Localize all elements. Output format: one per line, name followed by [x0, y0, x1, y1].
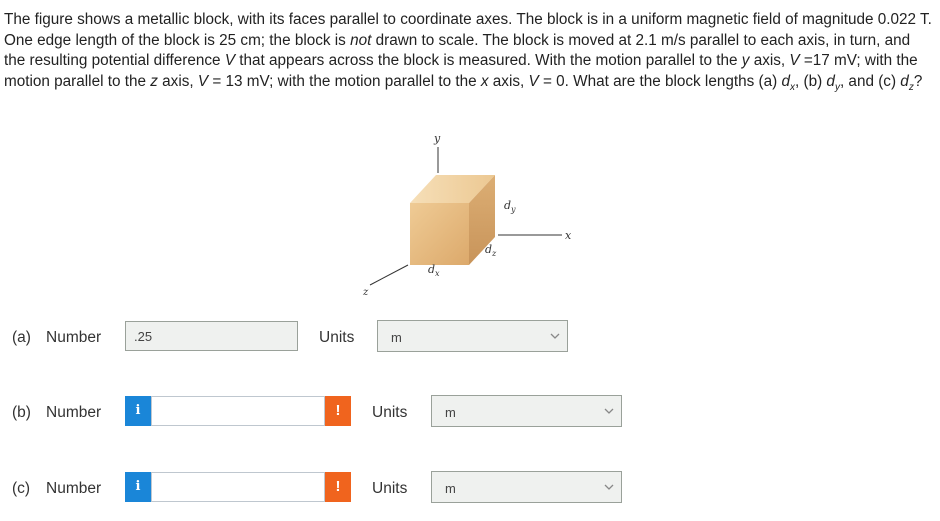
- part-label-c: (c): [12, 480, 31, 497]
- units-value-b: m: [445, 405, 456, 420]
- x-axis-label: x: [565, 229, 572, 242]
- chevron-down-icon: [604, 408, 614, 414]
- block-diagram: y x z dy dz dx: [362, 132, 572, 298]
- dy-label: dy: [504, 199, 516, 214]
- answer-input-c[interactable]: [151, 472, 325, 502]
- units-select-b[interactable]: m: [431, 395, 622, 427]
- info-icon[interactable]: i: [125, 396, 151, 426]
- units-label-a: Units: [319, 329, 355, 346]
- number-label-a: Number: [46, 329, 102, 346]
- dx-label: dx: [428, 263, 440, 278]
- z-axis-label: z: [362, 287, 369, 298]
- chevron-down-icon: [604, 484, 614, 490]
- units-label-c: Units: [372, 480, 408, 497]
- units-label-b: Units: [372, 404, 408, 421]
- answer-row-b: (b) Number i ! Units m: [0, 395, 940, 430]
- units-value-a: m: [391, 330, 402, 345]
- warning-icon[interactable]: !: [325, 396, 351, 426]
- answer-input-b[interactable]: [151, 396, 325, 426]
- dz-label: dz: [485, 243, 497, 258]
- warning-icon[interactable]: !: [325, 472, 351, 502]
- info-icon[interactable]: i: [125, 472, 151, 502]
- y-axis-label: y: [433, 132, 441, 145]
- problem-statement: The figure shows a metallic block, with …: [4, 11, 932, 93]
- z-axis: [369, 264, 409, 286]
- answer-row-c: (c) Number i ! Units m: [0, 471, 940, 506]
- part-label-b: (b): [12, 404, 31, 421]
- chevron-down-icon: [550, 333, 560, 339]
- part-label-a: (a): [12, 329, 31, 346]
- answer-row-a: (a) Number .25 Units m: [0, 320, 940, 355]
- units-select-a[interactable]: m: [377, 320, 568, 352]
- units-select-c[interactable]: m: [431, 471, 622, 503]
- block-front-face: [410, 203, 469, 265]
- number-label-b: Number: [46, 404, 102, 421]
- block-figure: y x z dy dz dx: [340, 125, 600, 310]
- answer-field-a[interactable]: .25: [125, 321, 298, 351]
- answer-value-a: .25: [134, 329, 153, 344]
- number-label-c: Number: [46, 480, 102, 497]
- units-value-c: m: [445, 481, 456, 496]
